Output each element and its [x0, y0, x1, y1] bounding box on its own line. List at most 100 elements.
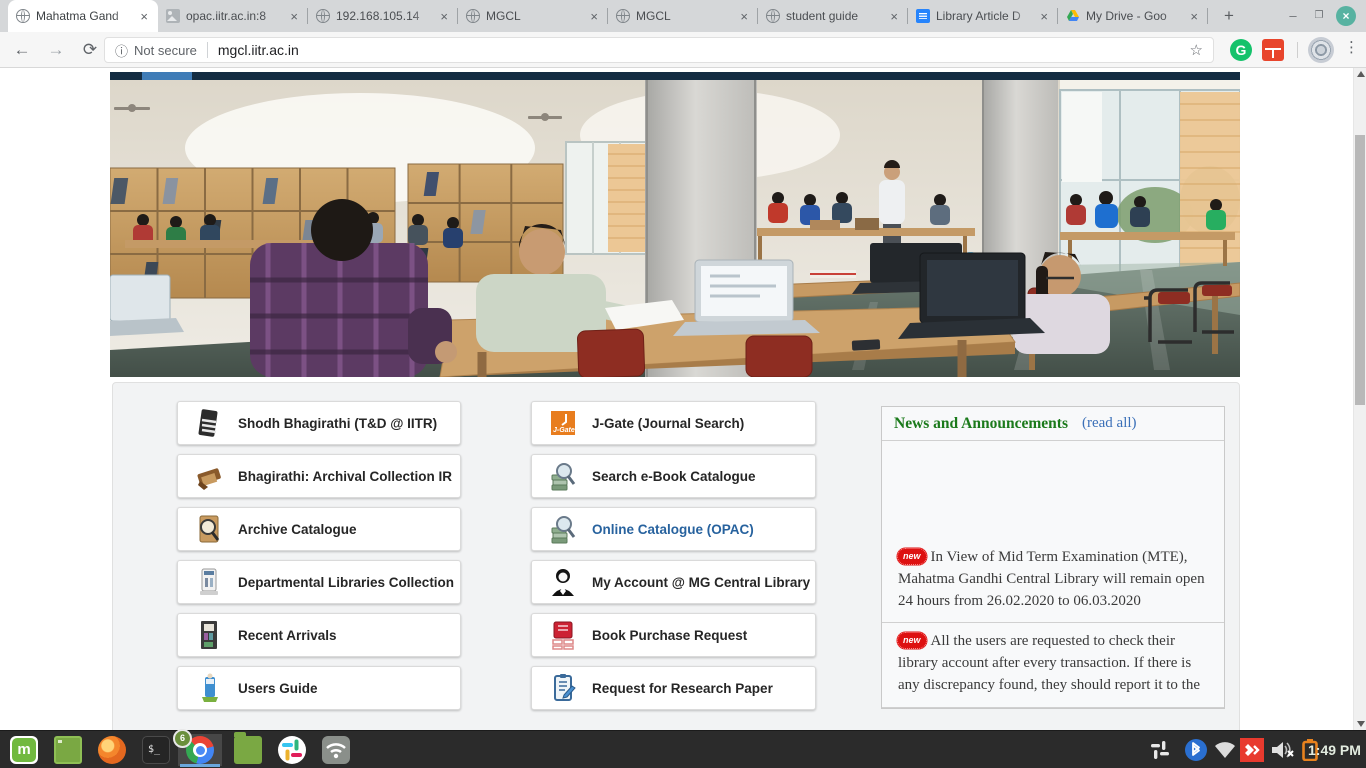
back-icon[interactable]: ← — [10, 38, 34, 62]
grammarly-extension-icon[interactable]: G — [1230, 39, 1252, 61]
tab-my-drive[interactable]: My Drive - Goo× — [1058, 0, 1208, 32]
books-magnifier-icon — [550, 461, 576, 491]
news-title: News and Announcements — [894, 415, 1068, 433]
close-tab-icon[interactable]: × — [438, 8, 450, 25]
network-tool-launcher[interactable] — [314, 734, 358, 766]
close-tab-icon[interactable]: × — [888, 8, 900, 25]
new-badge: new — [898, 633, 926, 648]
omnibox-divider — [207, 42, 208, 58]
image-favicon-icon — [166, 9, 180, 23]
slack-icon — [278, 736, 306, 764]
news-item: newIn View of Mid Term Examination (MTE)… — [882, 441, 1224, 623]
clock[interactable]: 1:49 PM — [1308, 731, 1361, 768]
wifi-tray-icon[interactable] — [1214, 738, 1236, 762]
window-count-badge: 6 — [173, 729, 192, 748]
link-shodh-bhagirathi[interactable]: Shodh Bhagirathi (T&D @ IITR) — [177, 401, 461, 445]
red-book-form-icon — [550, 620, 576, 650]
close-tab-icon[interactable]: × — [1188, 8, 1200, 25]
google-docs-favicon-icon — [916, 9, 930, 23]
reload-icon[interactable]: ⟳ — [78, 38, 102, 62]
info-icon[interactable]: ⓘ — [115, 41, 128, 60]
link-ebook-catalogue[interactable]: Search e-Book Catalogue — [531, 454, 816, 498]
chrome-window-button[interactable]: 6 — [178, 734, 222, 766]
link-jgate[interactable]: J-Gate J-Gate (Journal Search) — [531, 401, 816, 445]
browser-tab-bar: Mahatma Gand× opac.iitr.ac.in:8× 192.168… — [0, 0, 1366, 32]
quick-links-section: Shodh Bhagirathi (T&D @ IITR) Bhagirathi… — [112, 382, 1240, 730]
link-archive-catalogue[interactable]: Archive Catalogue — [177, 507, 461, 551]
file-manager-launcher[interactable] — [226, 734, 270, 766]
jgate-icon: J-Gate — [550, 408, 576, 438]
nav-active-item[interactable] — [142, 72, 192, 80]
close-tab-icon[interactable]: × — [588, 8, 600, 25]
mint-menu-button[interactable] — [2, 734, 46, 766]
new-badge: new — [898, 549, 926, 564]
tab-library-article[interactable]: Library Article D× — [908, 0, 1058, 32]
svg-text:J-Gate: J-Gate — [553, 427, 575, 434]
books-magnifier-icon — [550, 514, 576, 544]
tab-student-guide[interactable]: student guide× — [758, 0, 908, 32]
tab-ip-address[interactable]: 192.168.105.14× — [308, 0, 458, 32]
news-text: In View of Mid Term Examination (MTE), M… — [898, 549, 1205, 609]
tab-mgcl-2[interactable]: MGCL× — [608, 0, 758, 32]
extension-icon[interactable] — [1262, 39, 1284, 61]
scroll-down-icon[interactable] — [1357, 721, 1365, 727]
guide-standee-icon — [196, 673, 222, 703]
volume-muted-icon[interactable] — [1270, 738, 1296, 762]
restore-window-icon[interactable]: ❐ — [1308, 6, 1330, 26]
link-recent-arrivals[interactable]: Recent Arrivals — [177, 613, 461, 657]
minimize-window-icon[interactable]: – — [1282, 6, 1304, 26]
news-text: All the users are requested to check the… — [898, 633, 1200, 693]
browser-toolbar: ← → ⟳ ⓘ Not secure mgcl.iitr.ac.in ☆ G ⋮ — [0, 32, 1366, 68]
close-tab-icon[interactable]: × — [138, 8, 150, 25]
news-panel: News and Announcements (read all) newIn … — [881, 406, 1225, 709]
bluetooth-tray-icon[interactable] — [1184, 738, 1208, 762]
clipboard-pencil-icon — [550, 673, 576, 703]
url-text[interactable]: mgcl.iitr.ac.in — [218, 42, 1190, 58]
library-photo — [110, 80, 1240, 377]
page-viewport: Shodh Bhagirathi (T&D @ IITR) Bhagirathi… — [0, 68, 1353, 730]
page-scrollbar[interactable] — [1353, 68, 1366, 730]
link-bhagirathi-archival[interactable]: Bhagirathi: Archival Collection IR — [177, 454, 461, 498]
address-bar[interactable]: ⓘ Not secure mgcl.iitr.ac.in ☆ — [104, 37, 1214, 63]
scroll-up-icon[interactable] — [1357, 71, 1365, 77]
globe-favicon-icon — [466, 9, 480, 23]
browser-menu-icon[interactable]: ⋮ — [1344, 38, 1359, 56]
news-header: News and Announcements (read all) — [882, 407, 1224, 441]
link-research-paper-request[interactable]: Request for Research Paper — [531, 666, 816, 710]
globe-favicon-icon — [16, 9, 30, 23]
terminal-launcher[interactable]: $_ — [134, 734, 178, 766]
tab-opac[interactable]: opac.iitr.ac.in:8× — [158, 0, 308, 32]
wifi-app-icon — [322, 736, 350, 764]
slack-launcher[interactable] — [270, 734, 314, 766]
archive-ribbon-icon — [196, 461, 222, 491]
show-desktop-button[interactable] — [46, 734, 90, 766]
link-users-guide[interactable]: Users Guide — [177, 666, 461, 710]
link-my-account[interactable]: My Account @ MG Central Library — [531, 560, 816, 604]
screen: Mahatma Gand× opac.iitr.ac.in:8× 192.168… — [0, 0, 1366, 768]
tab-mahatma-gandhi[interactable]: Mahatma Gand× — [8, 0, 158, 32]
link-book-purchase[interactable]: Book Purchase Request — [531, 613, 816, 657]
profile-avatar[interactable] — [1308, 37, 1334, 63]
globe-favicon-icon — [766, 9, 780, 23]
read-all-link[interactable]: (read all) — [1082, 415, 1137, 432]
desktop-icon — [54, 736, 82, 764]
close-window-icon[interactable]: × — [1336, 6, 1356, 26]
google-drive-favicon-icon — [1066, 9, 1080, 23]
close-tab-icon[interactable]: × — [738, 8, 750, 25]
link-departmental-libraries[interactable]: Departmental Libraries Collection — [177, 560, 461, 604]
close-tab-icon[interactable]: × — [1038, 8, 1050, 25]
scrollbar-thumb[interactable] — [1355, 135, 1365, 405]
kiosk-icon — [196, 567, 222, 597]
firefox-launcher[interactable] — [90, 734, 134, 766]
new-tab-button[interactable]: + — [1216, 4, 1242, 28]
bookshelf-icon — [196, 620, 222, 650]
close-tab-icon[interactable]: × — [288, 8, 300, 25]
thesis-book-icon — [196, 408, 222, 438]
anydesk-tray-icon[interactable] — [1240, 738, 1264, 762]
slack-tray-icon[interactable] — [1148, 738, 1172, 762]
bookmark-star-icon[interactable]: ☆ — [1190, 41, 1203, 59]
globe-favicon-icon — [316, 9, 330, 23]
link-opac[interactable]: Online Catalogue (OPAC) — [531, 507, 816, 551]
tab-mgcl-1[interactable]: MGCL× — [458, 0, 608, 32]
forward-icon[interactable]: → — [44, 38, 68, 62]
